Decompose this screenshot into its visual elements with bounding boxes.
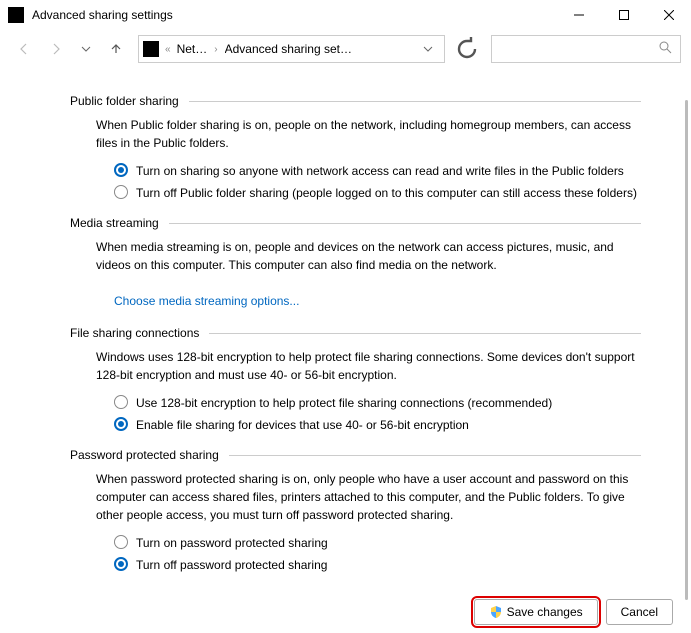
- radio-password-off[interactable]: Turn off password protected sharing: [114, 556, 641, 574]
- divider: [229, 455, 641, 456]
- section-title: File sharing connections: [70, 326, 199, 340]
- back-button[interactable]: [10, 35, 38, 63]
- media-options-link[interactable]: Choose media streaming options...: [114, 294, 299, 308]
- window-title: Advanced sharing settings: [32, 8, 173, 22]
- location-icon: [143, 41, 159, 57]
- radio-label: Turn off Public folder sharing (people l…: [136, 184, 637, 202]
- cancel-button[interactable]: Cancel: [606, 599, 673, 625]
- close-button[interactable]: [646, 0, 691, 30]
- section-desc: Windows uses 128-bit encryption to help …: [96, 348, 641, 384]
- divider: [169, 223, 641, 224]
- address-bar[interactable]: « Net… › Advanced sharing set…: [138, 35, 445, 63]
- breadcrumb-seg2[interactable]: Advanced sharing set…: [225, 42, 412, 56]
- section-desc: When password protected sharing is on, o…: [96, 470, 641, 524]
- radio-encryption-128[interactable]: Use 128-bit encryption to help protect f…: [114, 394, 641, 412]
- radio-icon: [114, 417, 128, 431]
- maximize-button[interactable]: [601, 0, 646, 30]
- section-desc: When media streaming is on, people and d…: [96, 238, 641, 274]
- radio-label: Turn off password protected sharing: [136, 556, 327, 574]
- content-area: Public folder sharing When Public folder…: [0, 70, 691, 583]
- radio-password-on[interactable]: Turn on password protected sharing: [114, 534, 641, 552]
- shield-icon: [489, 605, 503, 619]
- search-input[interactable]: [491, 35, 681, 63]
- up-button[interactable]: [102, 35, 130, 63]
- footer: Save changes Cancel: [474, 599, 673, 625]
- section-title: Password protected sharing: [70, 448, 219, 462]
- radio-label: Enable file sharing for devices that use…: [136, 416, 469, 434]
- breadcrumb-seg1[interactable]: Net…: [177, 42, 208, 56]
- history-dropdown[interactable]: [74, 35, 98, 63]
- section-header-file-sharing: File sharing connections: [70, 326, 641, 340]
- section-desc: When Public folder sharing is on, people…: [96, 116, 641, 152]
- minimize-button[interactable]: [556, 0, 601, 30]
- search-icon: [659, 41, 672, 57]
- radio-icon: [114, 395, 128, 409]
- cancel-label: Cancel: [621, 605, 658, 619]
- navbar: « Net… › Advanced sharing set…: [0, 30, 691, 68]
- radio-icon: [114, 557, 128, 571]
- section-header-public-folder: Public folder sharing: [70, 94, 641, 108]
- save-button[interactable]: Save changes: [474, 599, 598, 625]
- radio-public-folder-off[interactable]: Turn off Public folder sharing (people l…: [114, 184, 641, 202]
- divider: [209, 333, 641, 334]
- forward-button[interactable]: [42, 35, 70, 63]
- radio-label: Turn on password protected sharing: [136, 534, 328, 552]
- divider: [189, 101, 641, 102]
- section-title: Media streaming: [70, 216, 159, 230]
- save-label: Save changes: [507, 605, 583, 619]
- chevron-left-icon: «: [163, 44, 173, 55]
- section-title: Public folder sharing: [70, 94, 179, 108]
- radio-icon: [114, 163, 128, 177]
- radio-label: Use 128-bit encryption to help protect f…: [136, 394, 552, 412]
- radio-label: Turn on sharing so anyone with network a…: [136, 162, 624, 180]
- titlebar: Advanced sharing settings: [0, 0, 691, 30]
- scrollbar[interactable]: [685, 100, 688, 600]
- refresh-button[interactable]: [453, 35, 481, 63]
- chevron-right-icon: ›: [211, 44, 220, 55]
- radio-public-folder-on[interactable]: Turn on sharing so anyone with network a…: [114, 162, 641, 180]
- app-icon: [8, 7, 24, 23]
- address-dropdown[interactable]: [416, 35, 440, 63]
- section-header-password: Password protected sharing: [70, 448, 641, 462]
- radio-icon: [114, 185, 128, 199]
- radio-encryption-40-56[interactable]: Enable file sharing for devices that use…: [114, 416, 641, 434]
- radio-icon: [114, 535, 128, 549]
- section-header-media: Media streaming: [70, 216, 641, 230]
